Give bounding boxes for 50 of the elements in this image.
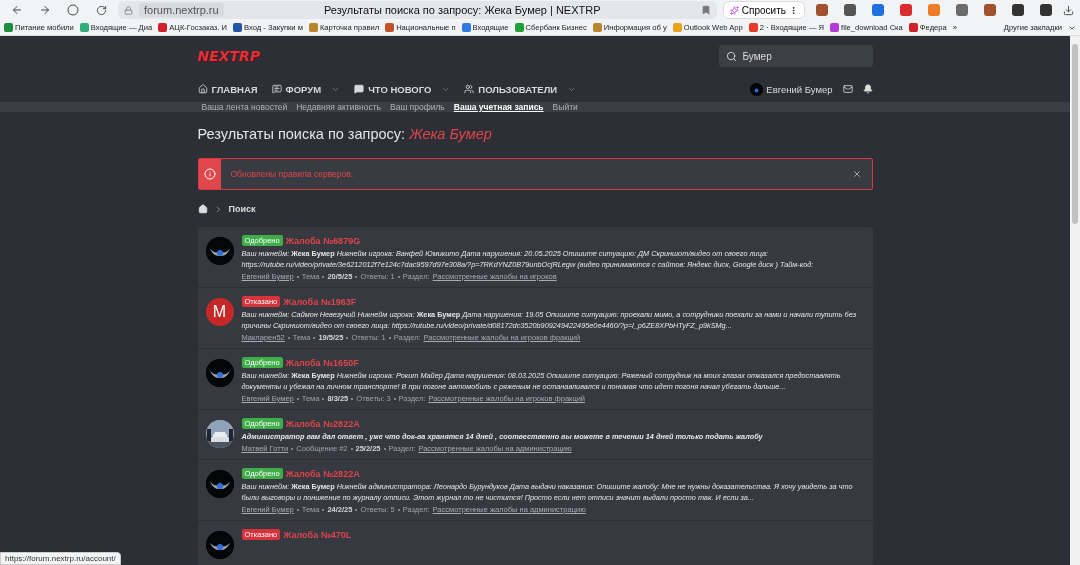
search-field[interactable]: Бумер: [718, 45, 873, 67]
subnav-link[interactable]: Выйти: [552, 102, 578, 112]
users-icon: [464, 84, 475, 94]
url-text: forum.nextrp.ru: [139, 3, 224, 17]
breadcrumb-link[interactable]: Поиск: [228, 204, 256, 214]
avatar: [205, 237, 234, 265]
nav-tab[interactable]: ФОРУМ: [271, 83, 341, 95]
address-bar[interactable]: forum.nextrp.ru Результаты поиска по запросу: Жека Бумер | NEXTRP: [118, 1, 717, 19]
avatar: [750, 82, 764, 96]
notice-text: Обновлены правила серверов.: [229, 169, 355, 179]
letter-avatar: M: [205, 298, 234, 326]
info-icon: [203, 168, 216, 180]
avatar: [205, 470, 234, 498]
speech-bubble-icon: [354, 84, 365, 94]
avatar: [205, 531, 234, 559]
nav-tab[interactable]: ГЛАВНАЯ: [197, 83, 258, 95]
chat-icon: [271, 84, 282, 94]
extension-icon[interactable]: [1012, 4, 1024, 16]
extension-icon[interactable]: [956, 4, 968, 16]
lock-icon: [124, 5, 133, 15]
extension-icon[interactable]: [1040, 4, 1052, 16]
subnav-link[interactable]: Недавняя активность: [296, 102, 381, 112]
subnav-link[interactable]: Ваша лента новостей: [201, 102, 288, 112]
bookmark-icon[interactable]: [700, 5, 711, 15]
extension-icon[interactable]: [844, 4, 856, 16]
search-icon: [725, 50, 737, 62]
extension-icon[interactable]: [984, 4, 996, 16]
home-icon: [197, 84, 208, 94]
close-icon[interactable]: [851, 169, 862, 179]
circle-icon[interactable]: [67, 4, 79, 16]
home-icon[interactable]: [197, 204, 208, 214]
nav-tab[interactable]: ЧТО НОВОГО: [354, 83, 451, 95]
tab-title: Результаты поиска по запросу: Жека Бумер | NEXTRP: [322, 4, 602, 16]
status-url: https://forum.nextrp.ru/account/: [0, 552, 121, 565]
subnav-link[interactable]: Ваша учетная запись: [453, 102, 544, 112]
page-heading: Результаты поиска по запросу: Жека Бумер: [197, 126, 493, 142]
subnav-link[interactable]: Ваш профиль: [390, 102, 445, 112]
avatar: [205, 359, 234, 387]
ask-button[interactable]: Спросить: [722, 1, 805, 19]
bell-icon[interactable]: [862, 84, 873, 94]
mail-icon[interactable]: [842, 84, 853, 94]
nav-tab[interactable]: ПОЛЬЗОВАТЕЛИ: [464, 83, 577, 95]
reload-icon[interactable]: [95, 4, 107, 16]
back-icon[interactable]: [11, 4, 23, 16]
forward-icon[interactable]: [39, 4, 51, 16]
download-icon[interactable]: [1063, 4, 1074, 16]
more-icon[interactable]: [789, 5, 798, 15]
sparkle-icon: [729, 5, 739, 15]
user-name[interactable]: Евгений Бумер: [766, 83, 833, 95]
extension-icon[interactable]: [816, 4, 828, 16]
